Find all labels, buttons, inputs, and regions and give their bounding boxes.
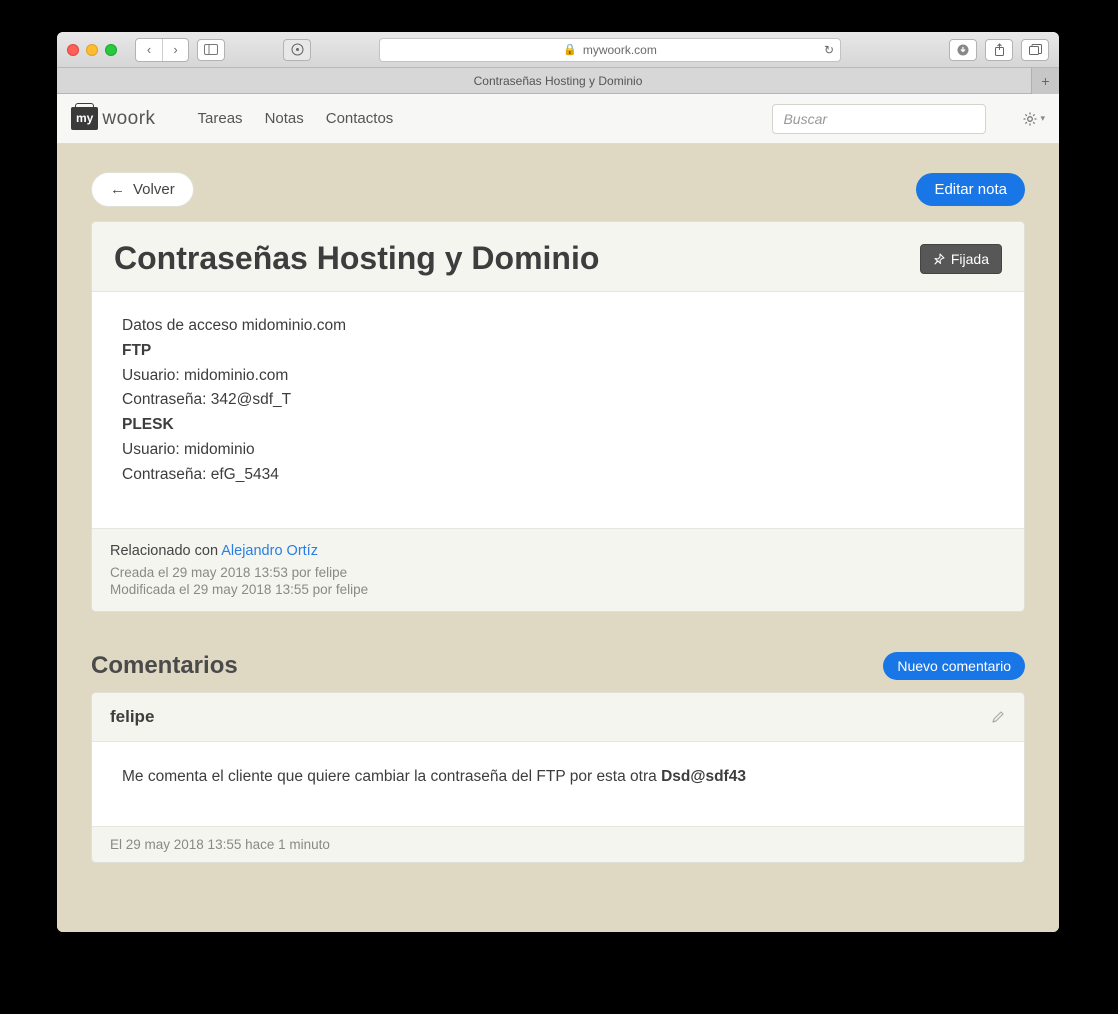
lock-icon: 🔒 (563, 43, 577, 56)
tabs-button[interactable] (1021, 39, 1049, 61)
comments-header: Comentarios Nuevo comentario (91, 652, 1025, 680)
note-title: Contraseñas Hosting y Dominio (114, 240, 599, 277)
pin-icon (933, 253, 945, 265)
note-card-header: Contraseñas Hosting y Dominio Fijada (92, 222, 1024, 292)
app-navbar: my woork Tareas Notas Contactos ▾ (57, 94, 1059, 144)
edit-note-button[interactable]: Editar nota (916, 173, 1025, 206)
new-comment-label: Nuevo comentario (897, 658, 1011, 674)
nav-link-contactos[interactable]: Contactos (326, 110, 394, 127)
reader-button[interactable] (283, 39, 311, 61)
settings-menu[interactable]: ▾ (1022, 111, 1045, 127)
comment-text: Me comenta el cliente que quiere cambiar… (122, 768, 661, 785)
gear-icon (1022, 111, 1038, 127)
sidebar-icon (204, 44, 218, 55)
downloads-button[interactable] (949, 39, 977, 61)
note-section2-pass: Contraseña: efG_5434 (122, 463, 994, 488)
related-link[interactable]: Alejandro Ortíz (221, 543, 318, 559)
note-intro: Datos de acceso midominio.com (122, 314, 994, 339)
forward-button[interactable]: › (162, 39, 188, 61)
modified-meta: Modificada el 29 may 2018 13:55 por feli… (110, 582, 1006, 597)
app-root: my woork Tareas Notas Contactos ▾ ← Volv… (57, 94, 1059, 932)
download-icon (957, 44, 969, 56)
chevron-down-icon: ▾ (1040, 113, 1045, 124)
edit-comment-button[interactable] (991, 709, 1006, 724)
nav-back-forward: ‹ › (135, 38, 189, 62)
reload-icon[interactable]: ↻ (824, 43, 834, 57)
note-footer: Relacionado con Alejandro Ortíz Creada e… (92, 528, 1024, 611)
logo-badge: my (71, 107, 98, 130)
note-section1-user: Usuario: midominio.com (122, 364, 994, 389)
page-header: ← Volver Editar nota (91, 172, 1025, 207)
pencil-icon (991, 709, 1006, 724)
related-prefix: Relacionado con (110, 543, 221, 559)
toolbar-right (949, 39, 1049, 61)
url-host-text: mywoork.com (583, 43, 657, 57)
new-comment-button[interactable]: Nuevo comentario (883, 652, 1025, 680)
note-section1-title: FTP (122, 342, 151, 359)
comment-strong: Dsd@sdf43 (661, 768, 746, 785)
comment-author: felipe (110, 707, 154, 727)
nav-link-notas[interactable]: Notas (265, 110, 304, 127)
comment-head: felipe (92, 693, 1024, 742)
sidebar-toggle-button[interactable] (197, 39, 225, 61)
close-window-button[interactable] (67, 44, 79, 56)
compass-icon (291, 43, 304, 56)
tab-strip: Contraseñas Hosting y Dominio + (57, 68, 1059, 94)
search-input[interactable] (772, 104, 986, 134)
pinned-label: Fijada (951, 251, 989, 267)
edit-note-label: Editar nota (934, 181, 1007, 198)
related-line: Relacionado con Alejandro Ortíz (110, 543, 1006, 559)
note-section1-pass: Contraseña: 342@sdf_T (122, 388, 994, 413)
note-section2-user: Usuario: midominio (122, 438, 994, 463)
browser-window: ‹ › 🔒 mywoork.com ↻ Contraseñas Ho (57, 32, 1059, 932)
comment-card: felipe Me comenta el cliente que quiere … (91, 692, 1025, 863)
back-button[interactable]: ‹ (136, 39, 162, 61)
comment-body: Me comenta el cliente que quiere cambiar… (92, 742, 1024, 826)
created-meta: Creada el 29 may 2018 13:53 por felipe (110, 565, 1006, 580)
note-body: Datos de acceso midominio.com FTP Usuari… (92, 292, 1024, 528)
nav-link-tareas[interactable]: Tareas (198, 110, 243, 127)
comment-timestamp: El 29 may 2018 13:55 hace 1 minuto (92, 826, 1024, 862)
logo-text: woork (102, 108, 155, 130)
arrow-left-icon: ← (110, 181, 125, 198)
url-bar[interactable]: 🔒 mywoork.com ↻ (379, 38, 841, 62)
comments-title: Comentarios (91, 652, 238, 680)
tabs-icon (1029, 44, 1042, 55)
app-logo[interactable]: my woork (71, 107, 156, 130)
share-button[interactable] (985, 39, 1013, 61)
back-label: Volver (133, 181, 175, 198)
note-section2-title: PLESK (122, 416, 174, 433)
back-link[interactable]: ← Volver (91, 172, 194, 207)
traffic-lights (67, 44, 117, 56)
minimize-window-button[interactable] (86, 44, 98, 56)
note-card: Contraseñas Hosting y Dominio Fijada Dat… (91, 221, 1025, 612)
new-tab-button[interactable]: + (1031, 68, 1059, 94)
page-content: ← Volver Editar nota Contraseñas Hosting… (57, 144, 1059, 891)
pinned-badge[interactable]: Fijada (920, 244, 1002, 274)
browser-toolbar: ‹ › 🔒 mywoork.com ↻ (57, 32, 1059, 68)
share-icon (994, 43, 1005, 56)
tab-title[interactable]: Contraseñas Hosting y Dominio (474, 74, 643, 88)
maximize-window-button[interactable] (105, 44, 117, 56)
